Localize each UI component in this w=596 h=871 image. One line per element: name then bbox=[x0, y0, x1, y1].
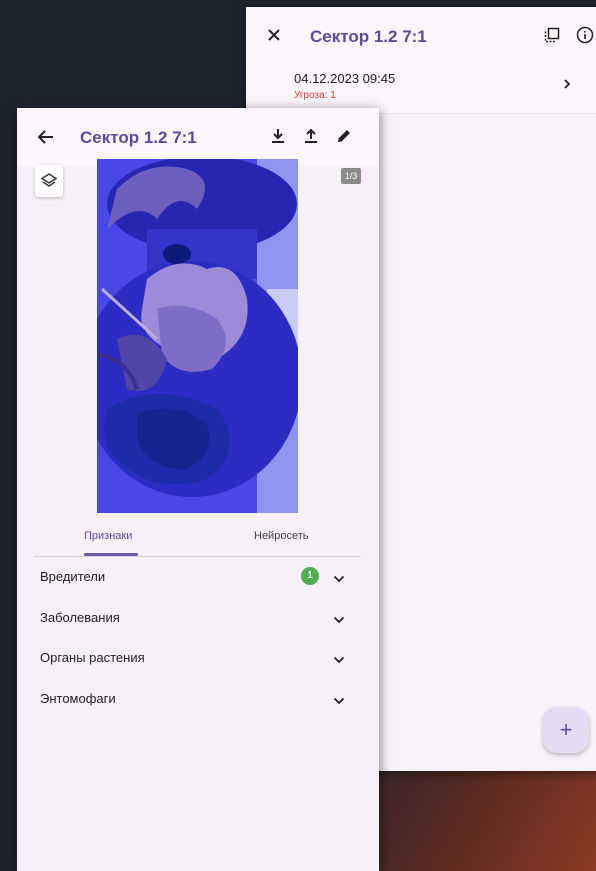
image-counter: 1/3 bbox=[341, 168, 361, 184]
chevron-down-icon bbox=[333, 611, 345, 629]
entry-datetime: 04.12.2023 09:45 bbox=[294, 71, 396, 86]
category-label: Энтомофаги bbox=[40, 690, 116, 706]
chevron-down-icon bbox=[333, 651, 345, 669]
category-pests[interactable]: Вредители 1 bbox=[34, 556, 361, 597]
category-label: Вредители bbox=[40, 569, 106, 584]
info-icon[interactable] bbox=[575, 25, 595, 45]
layers-icon bbox=[41, 173, 57, 187]
tab-bar: Признаки Нейросеть bbox=[34, 518, 361, 557]
category-diseases[interactable]: Заболевания bbox=[34, 597, 361, 638]
chevron-down-icon bbox=[333, 692, 345, 710]
tab-signs[interactable]: Признаки bbox=[84, 530, 132, 542]
category-label: Органы растения bbox=[40, 650, 145, 665]
history-title: Сектор 1.2 7:1 bbox=[310, 27, 427, 46]
sector-detail-window: Сектор 1.2 7:1 1/3 Признаки Нейросеть Вр… bbox=[17, 108, 379, 871]
plant-photo[interactable] bbox=[97, 159, 298, 513]
chevron-right-icon bbox=[562, 77, 572, 96]
history-top-bar: Сектор 1.2 7:1 bbox=[246, 7, 596, 63]
category-plant-organs[interactable]: Органы растения bbox=[34, 637, 361, 678]
category-label: Заболевания bbox=[40, 609, 120, 625]
history-entry[interactable]: 04.12.2023 09:45 Угроза: 1 bbox=[246, 63, 596, 114]
add-icon: + bbox=[559, 717, 573, 742]
count-badge: 1 bbox=[301, 567, 319, 585]
entry-threat-label: Угроза: 1 bbox=[294, 90, 336, 101]
detail-title: Сектор 1.2 7:1 bbox=[80, 128, 197, 147]
layers-button[interactable] bbox=[35, 165, 63, 197]
category-entomophages[interactable]: Энтомофаги bbox=[34, 678, 361, 719]
edit-icon[interactable] bbox=[334, 126, 354, 146]
back-arrow-icon[interactable] bbox=[35, 126, 57, 148]
detail-top-bar: Сектор 1.2 7:1 bbox=[17, 108, 379, 166]
close-icon[interactable] bbox=[264, 25, 284, 45]
download-icon[interactable] bbox=[269, 126, 287, 146]
category-list: Вредители 1 Заболевания Органы растения … bbox=[34, 556, 361, 718]
add-button[interactable]: + bbox=[543, 707, 589, 753]
upload-icon[interactable] bbox=[302, 126, 320, 146]
tab-neural-network[interactable]: Нейросеть bbox=[254, 530, 308, 542]
copy-icon[interactable] bbox=[543, 26, 561, 44]
chevron-down-icon bbox=[333, 570, 345, 588]
